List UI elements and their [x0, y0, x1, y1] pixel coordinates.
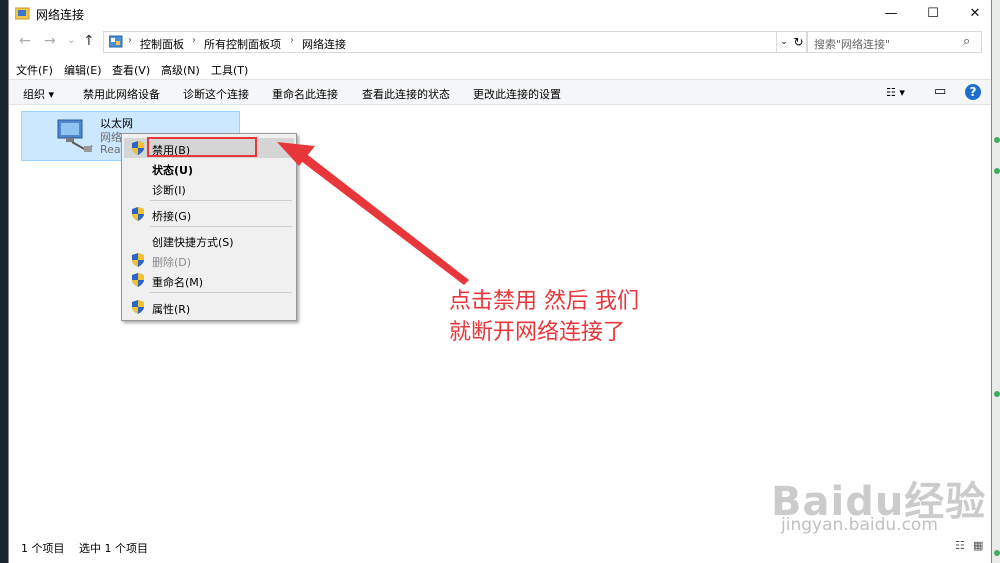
arrow-shaft: [297, 152, 469, 285]
desktop-dot: [994, 168, 1000, 174]
annotation-line-1: 点击禁用 然后 我们: [449, 289, 639, 314]
desktop-right-edge: [992, 0, 1000, 563]
desktop-dot: [994, 137, 1000, 143]
network-connections-window: 网络连接 — ☐ ✕ ← → ⌄ ↑ › 控制面板 › 所有控制面板项 › 网络…: [8, 0, 992, 563]
annotation-line-2: 就断开网络连接了: [449, 320, 626, 345]
item-count: 1 个项目: [21, 542, 65, 555]
baidu-watermark: Baidu经验 jingyan.baidu.com: [771, 455, 991, 545]
watermark-url: jingyan.baidu.com: [781, 515, 938, 535]
desktop-dot: [994, 391, 1000, 397]
annotation-text: 点击禁用 然后 我们 就断开网络连接了: [449, 286, 699, 348]
selected-count: 选中 1 个项目: [79, 542, 148, 555]
desktop-left-edge: [0, 0, 8, 563]
desktop-dot: [994, 550, 1000, 556]
